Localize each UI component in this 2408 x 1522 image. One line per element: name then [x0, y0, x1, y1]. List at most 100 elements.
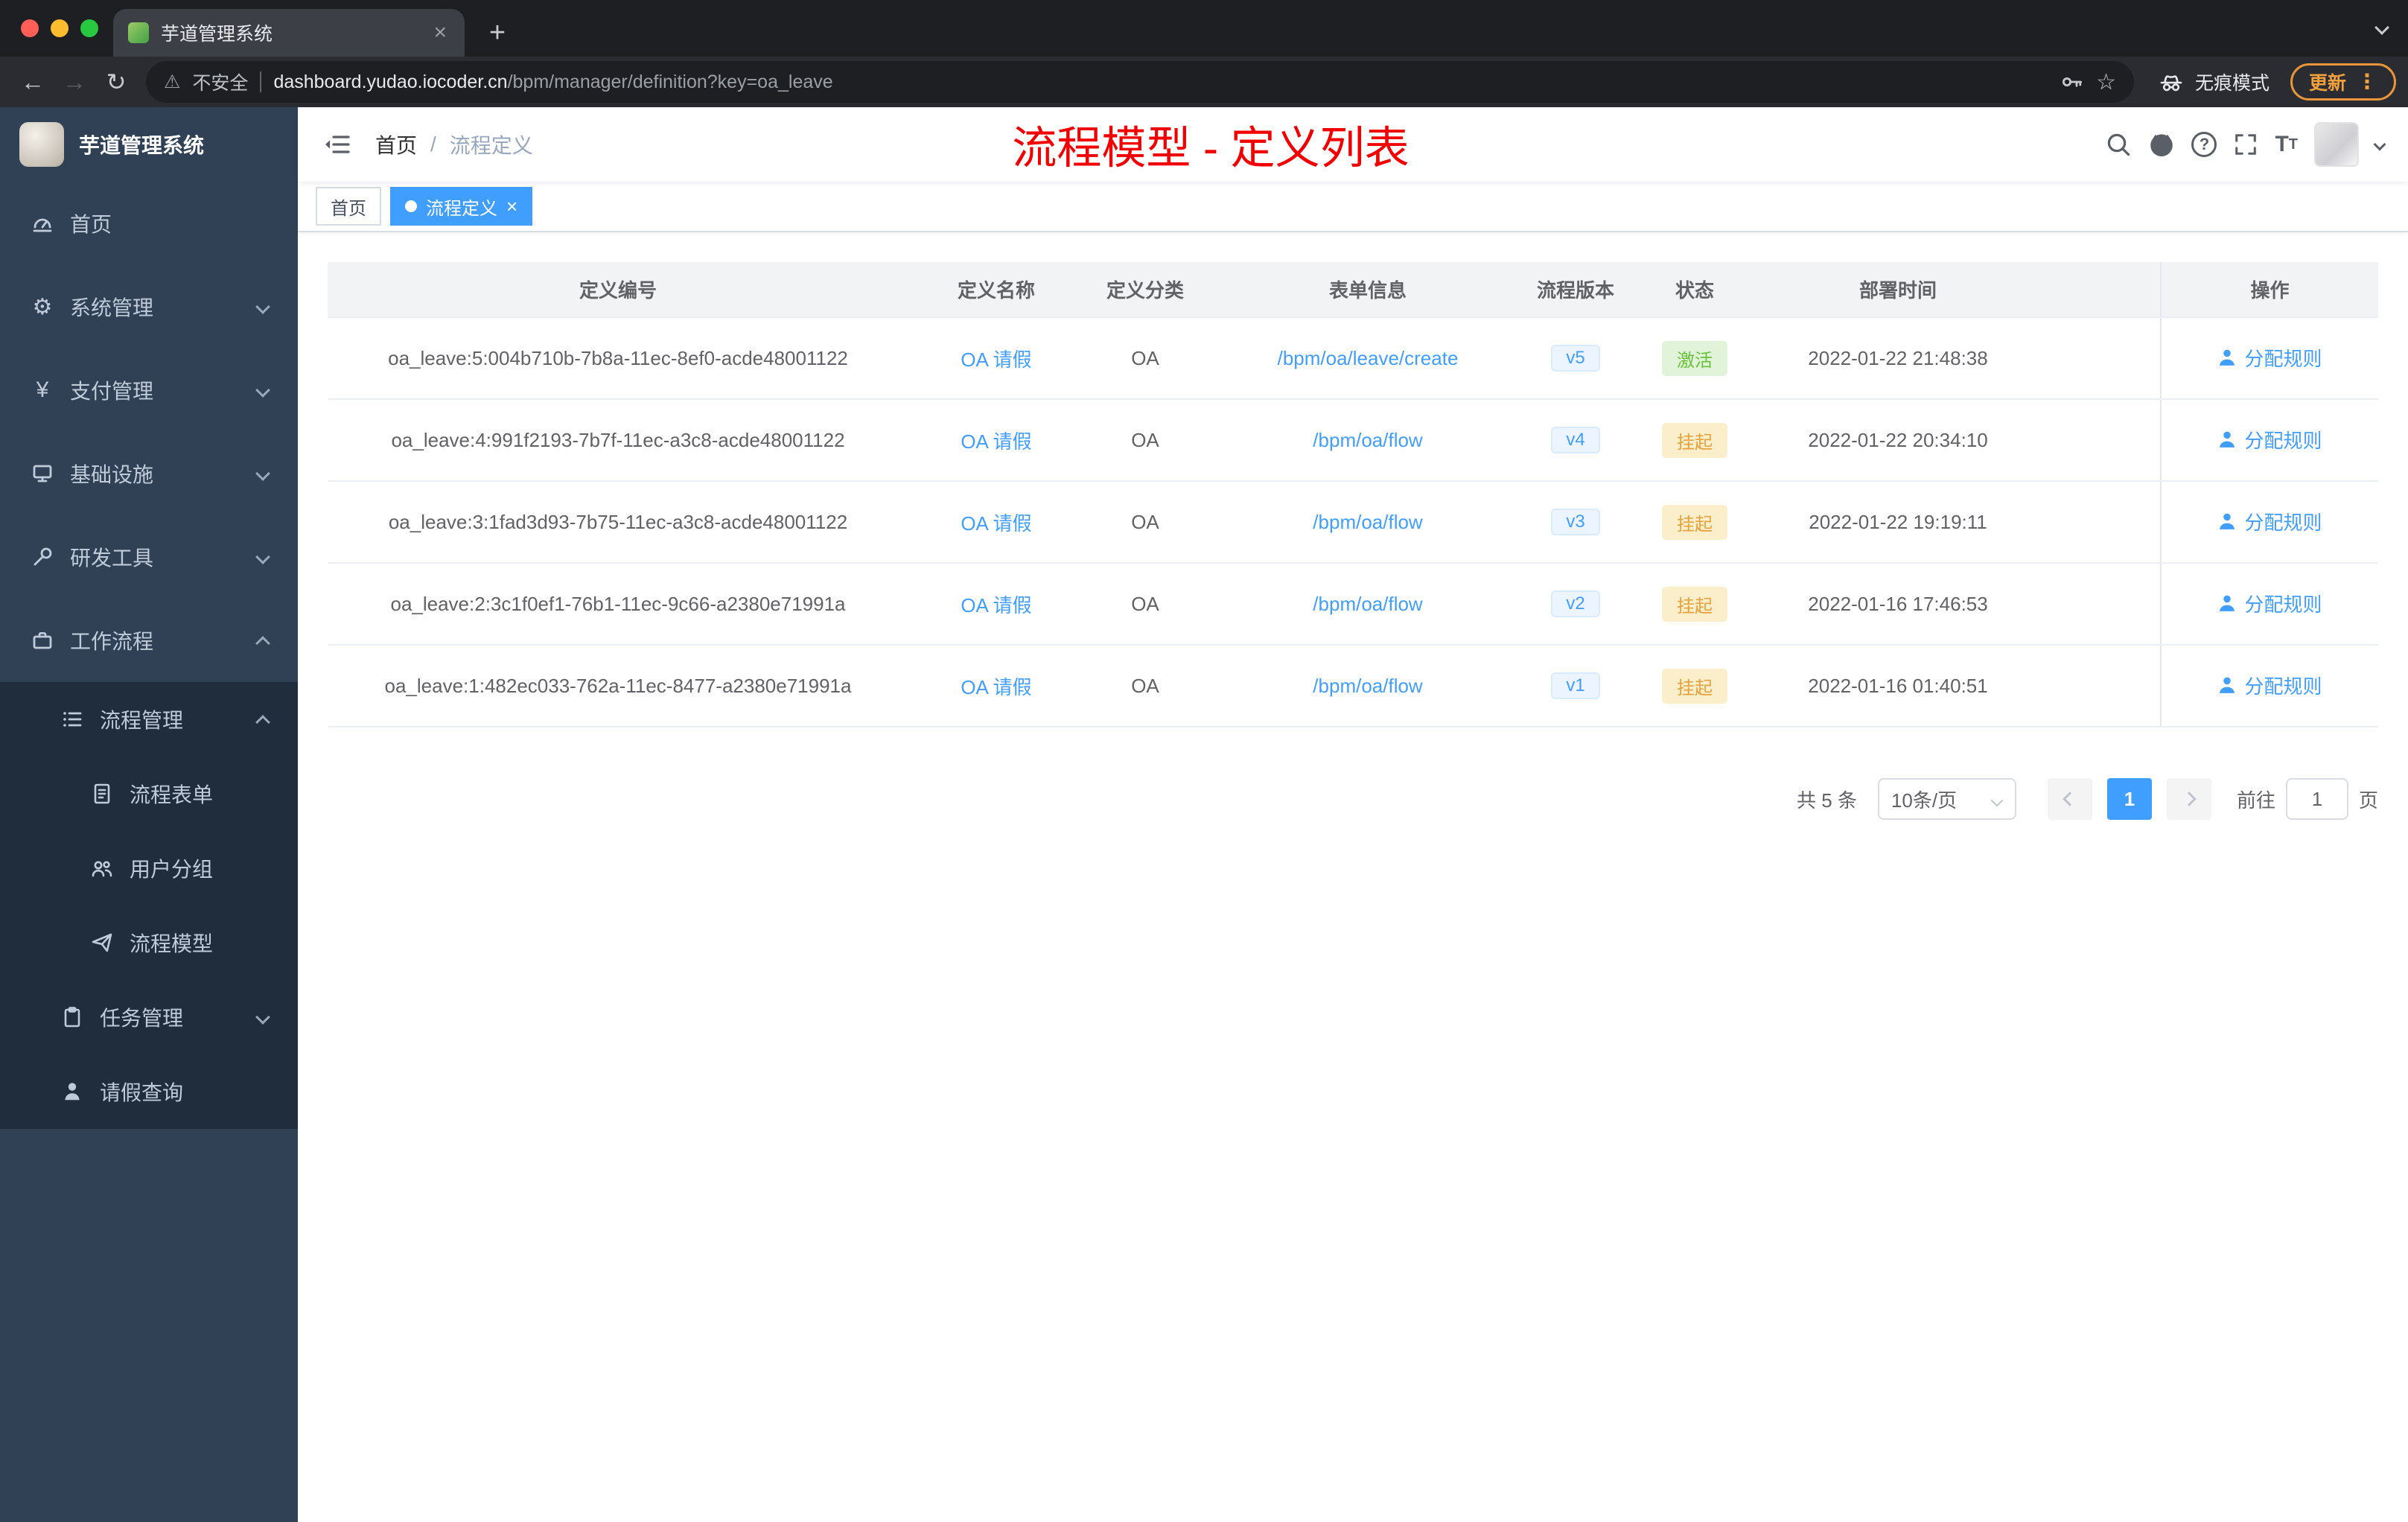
chevron-down-icon [255, 383, 270, 398]
app-title: 芋道管理系统 [79, 134, 205, 157]
tag-label: 流程定义 [426, 198, 497, 219]
update-label: 更新 [2308, 73, 2346, 94]
new-tab-button[interactable]: + [477, 12, 518, 54]
assign-rule-link[interactable]: 分配规则 [2217, 672, 2322, 699]
paper-plane-icon [89, 931, 115, 955]
person-icon [2220, 595, 2235, 612]
current-page-button[interactable]: 1 [2106, 778, 2152, 820]
chevron-down-icon [255, 1010, 270, 1025]
reload-button[interactable]: ↻ [95, 61, 137, 103]
definition-id: oa_leave:2:3c1f0ef1-76b1-11ec-9c66-a2380… [328, 563, 908, 646]
table-row: oa_leave:4:991f2193-7b7f-11ec-a3c8-acde4… [328, 399, 2378, 482]
page-size-value: 10条/页 [1891, 789, 1958, 812]
chrome-update-button[interactable]: 更新 ⋮ [2290, 63, 2396, 101]
sidebar-item-system[interactable]: ⚙ 系统管理 [0, 265, 298, 348]
zoom-window-button[interactable] [80, 19, 98, 37]
definition-id: oa_leave:1:482ec033-762a-11ec-8477-a2380… [328, 645, 908, 727]
back-button[interactable]: ← [12, 61, 54, 103]
prev-page-button[interactable] [2047, 778, 2092, 820]
sidebar-item-leave-query[interactable]: 请假查询 [0, 1054, 298, 1129]
page-size-select[interactable]: 10条/页 [1877, 778, 2016, 820]
next-page-button[interactable] [2166, 778, 2211, 820]
definition-name-link[interactable]: OA 请假 [961, 348, 1031, 371]
pagination: 共 5 条 10条/页 1 前往 页 [328, 778, 2378, 820]
incognito-icon [2160, 75, 2182, 92]
assign-rule-link[interactable]: 分配规则 [2217, 426, 2322, 453]
goto-page-input[interactable] [2285, 778, 2348, 820]
tag-process-definition[interactable]: 流程定义 × [390, 187, 533, 226]
sidebar-item-devtools[interactable]: 研发工具 [0, 515, 298, 599]
breadcrumb-home[interactable]: 首页 [375, 130, 417, 159]
sidebar-item-process-model[interactable]: 流程模型 [0, 905, 298, 980]
form-link[interactable]: /bpm/oa/flow [1313, 511, 1422, 533]
form-icon [89, 782, 115, 806]
filler-cell [2028, 399, 2161, 482]
browser-window: 芋道管理系统 × + ← → ↻ ⚠ 不安全 dashboard.yudao.i… [0, 0, 2408, 1522]
assign-rule-link[interactable]: 分配规则 [2217, 590, 2322, 617]
tab-search-icon[interactable] [2374, 20, 2389, 35]
fullscreen-icon[interactable] [2233, 132, 2258, 157]
sidebar-item-user-group[interactable]: 用户分组 [0, 831, 298, 905]
table-row: oa_leave:5:004b710b-7b8a-11ec-8ef0-acde4… [328, 317, 2378, 400]
tool-icon [30, 545, 55, 569]
goto-unit: 页 [2358, 789, 2378, 812]
page-url[interactable]: dashboard.yudao.iocoder.cn/bpm/manager/d… [273, 71, 832, 93]
browser-tab[interactable]: 芋道管理系统 × [113, 9, 465, 57]
definition-id: oa_leave:5:004b710b-7b8a-11ec-8ef0-acde4… [328, 317, 908, 400]
forward-button[interactable]: → [54, 61, 95, 103]
form-link[interactable]: /bpm/oa/flow [1313, 675, 1422, 697]
table-row: oa_leave:2:3c1f0ef1-76b1-11ec-9c66-a2380… [328, 563, 2378, 646]
sidebar-item-label: 系统管理 [70, 296, 154, 319]
sidebar-item-process-form[interactable]: 流程表单 [0, 757, 298, 831]
dashboard-icon [30, 211, 55, 235]
minimize-window-button[interactable] [51, 19, 69, 37]
address-bar[interactable]: ⚠ 不安全 dashboard.yudao.iocoder.cn/bpm/man… [146, 61, 2134, 103]
chevron-up-icon [255, 636, 270, 651]
password-key-icon[interactable] [2059, 69, 2084, 95]
person-icon [2220, 431, 2235, 448]
sidebar-toggle-icon[interactable] [322, 133, 351, 156]
definition-table: 定义编号 定义名称 定义分类 表单信息 流程版本 状态 部署时间 操作 oa_l… [328, 262, 2378, 727]
goto-page: 前往 页 [2237, 778, 2378, 820]
sidebar-item-label: 任务管理 [100, 1007, 184, 1030]
browser-menu-icon[interactable]: ⋮ [2357, 71, 2377, 92]
definition-name-link[interactable]: OA 请假 [961, 430, 1031, 453]
form-link[interactable]: /bpm/oa/leave/create [1278, 347, 1459, 369]
sidebar-item-infrastructure[interactable]: 基础设施 [0, 432, 298, 515]
sidebar-item-payment[interactable]: ¥ 支付管理 [0, 348, 298, 432]
github-icon[interactable] [2148, 131, 2175, 158]
definition-name-link[interactable]: OA 请假 [961, 512, 1031, 535]
form-link[interactable]: /bpm/oa/flow [1313, 593, 1422, 615]
column-header: 操作 [2160, 262, 2378, 318]
search-icon[interactable] [2105, 131, 2132, 158]
bookmark-star-icon[interactable]: ☆ [2096, 69, 2116, 95]
sidebar-item-home[interactable]: 首页 [0, 182, 298, 265]
sidebar-item-task-management[interactable]: 任务管理 [0, 980, 298, 1054]
avatar[interactable] [2314, 122, 2359, 167]
breadcrumb-current: 流程定义 [449, 134, 533, 157]
column-header: 定义分类 [1084, 262, 1206, 318]
form-link[interactable]: /bpm/oa/flow [1313, 429, 1422, 451]
tag-close-icon[interactable]: × [506, 197, 517, 216]
font-size-icon[interactable]: TT [2275, 132, 2298, 157]
main-area: 首页 / 流程定义 流程模型 - 定义列表 ? T T 首页 流程定义 × 定义… [298, 107, 2408, 1522]
users-icon [89, 856, 115, 880]
sidebar-item-workflow[interactable]: 工作流程 [0, 599, 298, 682]
definition-name-link[interactable]: OA 请假 [961, 594, 1031, 617]
security-label[interactable]: 不安全 [192, 69, 248, 95]
deploy-time: 2022-01-16 17:46:53 [1768, 563, 2028, 646]
avatar-caret-icon[interactable] [2373, 138, 2386, 151]
chevron-down-icon [255, 466, 270, 481]
page-content: 定义编号 定义名称 定义分类 表单信息 流程版本 状态 部署时间 操作 oa_l… [298, 232, 2408, 1522]
sidebar-item-process-management[interactable]: 流程管理 [0, 682, 298, 757]
definition-name-link[interactable]: OA 请假 [961, 676, 1031, 698]
column-header: 表单信息 [1206, 262, 1529, 318]
close-window-button[interactable] [21, 19, 39, 37]
status-badge: 激活 [1662, 340, 1727, 376]
help-icon[interactable]: ? [2191, 132, 2217, 157]
tab-favicon-icon [128, 22, 149, 43]
tab-close-icon[interactable]: × [430, 22, 450, 44]
tag-home[interactable]: 首页 [316, 187, 381, 226]
assign-rule-link[interactable]: 分配规则 [2217, 344, 2322, 372]
assign-rule-link[interactable]: 分配规则 [2217, 508, 2322, 535]
